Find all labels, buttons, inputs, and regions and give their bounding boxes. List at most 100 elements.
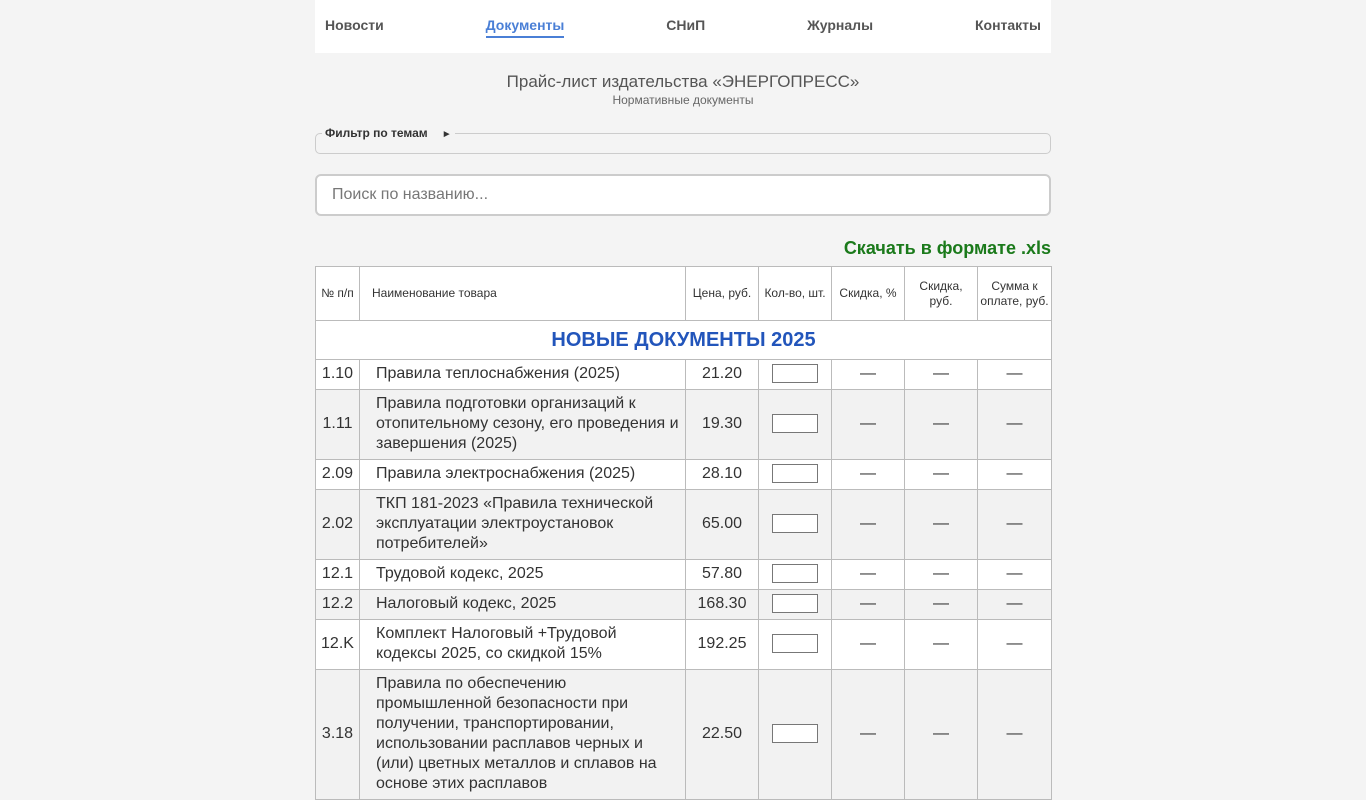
section-row: НОВЫЕ ДОКУМЕНТЫ 2025 — [315, 320, 1052, 360]
download-container: Скачать в формате .xls — [315, 237, 1051, 259]
row-qty-cell — [758, 389, 832, 460]
table-row: 12.K Комплект Налоговый +Трудовой кодекс… — [315, 619, 1052, 670]
row-qty-cell — [758, 489, 832, 560]
row-num: 2.02 — [315, 489, 360, 560]
quantity-input[interactable] — [772, 464, 818, 484]
quantity-input[interactable] — [772, 564, 818, 584]
row-discount-rub: — — [904, 359, 978, 390]
row-total: — — [977, 459, 1052, 490]
row-price: 57.80 — [685, 559, 759, 590]
row-total: — — [977, 359, 1052, 390]
search-container — [315, 174, 1051, 216]
table-row: 3.18 Правила по обеспечению промышленной… — [315, 669, 1052, 800]
row-discount-rub: — — [904, 489, 978, 560]
row-qty-cell — [758, 359, 832, 390]
row-discount-percent: — — [831, 459, 905, 490]
row-discount-rub: — — [904, 459, 978, 490]
row-num: 1.11 — [315, 389, 360, 460]
row-price: 192.25 — [685, 619, 759, 670]
row-discount-percent: — — [831, 589, 905, 620]
row-discount-percent: — — [831, 619, 905, 670]
row-price: 22.50 — [685, 669, 759, 800]
header-discount-rub: Скидка, руб. — [904, 266, 978, 321]
row-num: 12.1 — [315, 559, 360, 590]
row-discount-percent: — — [831, 359, 905, 390]
search-input[interactable] — [315, 174, 1051, 216]
row-price: 168.30 — [685, 589, 759, 620]
row-qty-cell — [758, 669, 832, 800]
row-discount-rub: — — [904, 559, 978, 590]
nav-item-contacts[interactable]: Контакты — [975, 16, 1041, 38]
table-row: 2.02 ТКП 181-2023 «Правила технической э… — [315, 489, 1052, 560]
page-subtitle: Нормативные документы — [612, 93, 754, 107]
quantity-input[interactable] — [772, 514, 818, 534]
row-num: 3.18 — [315, 669, 360, 800]
row-discount-percent: — — [831, 389, 905, 460]
row-discount-rub: — — [904, 669, 978, 800]
row-name: Правила по обеспечению промышленной безо… — [359, 669, 686, 800]
table-row: 12.1 Трудовой кодекс, 2025 57.80 — — — — [315, 559, 1052, 590]
header-total: Сумма к оплате, руб. — [977, 266, 1052, 321]
page-header: Прайс-лист издательства «ЭНЕРГОПРЕСС» Но… — [315, 72, 1051, 107]
page-container: Новости Документы СНиП Журналы Контакты … — [315, 0, 1052, 800]
download-xls-link[interactable]: Скачать в формате .xls — [844, 238, 1051, 258]
nav-item-documents[interactable]: Документы — [485, 16, 565, 38]
row-discount-rub: — — [904, 619, 978, 670]
header-num: № п/п — [315, 266, 360, 321]
row-total: — — [977, 589, 1052, 620]
price-table: № п/п Наименование товара Цена, руб. Кол… — [315, 266, 1052, 800]
row-total: — — [977, 489, 1052, 560]
row-name: Трудовой кодекс, 2025 — [359, 559, 686, 590]
row-name: Правила теплоснабжения (2025) — [359, 359, 686, 390]
row-total: — — [977, 669, 1052, 800]
page-title: Прайс-лист издательства «ЭНЕРГОПРЕСС» — [506, 72, 860, 91]
row-price: 65.00 — [685, 489, 759, 560]
row-num: 12.K — [315, 619, 360, 670]
row-discount-percent: — — [831, 669, 905, 800]
quantity-input[interactable] — [772, 724, 818, 744]
row-discount-rub: — — [904, 589, 978, 620]
row-discount-percent: — — [831, 489, 905, 560]
row-name: Налоговый кодекс, 2025 — [359, 589, 686, 620]
table-header-row: № п/п Наименование товара Цена, руб. Кол… — [315, 266, 1052, 321]
row-total: — — [977, 389, 1052, 460]
row-price: 28.10 — [685, 459, 759, 490]
row-price: 21.20 — [685, 359, 759, 390]
quantity-input[interactable] — [772, 414, 818, 434]
quantity-input[interactable] — [772, 594, 818, 614]
header-discount-percent: Скидка, % — [831, 266, 905, 321]
row-price: 19.30 — [685, 389, 759, 460]
nav-item-journals[interactable]: Журналы — [807, 16, 873, 38]
quantity-input[interactable] — [772, 364, 818, 384]
nav-item-news[interactable]: Новости — [325, 16, 384, 38]
row-num: 1.10 — [315, 359, 360, 390]
topic-filter: Фильтр по темам ► — [315, 125, 1051, 154]
row-total: — — [977, 619, 1052, 670]
row-name: ТКП 181-2023 «Правила технической эксплу… — [359, 489, 686, 560]
row-name: Правила электроснабжения (2025) — [359, 459, 686, 490]
row-qty-cell — [758, 589, 832, 620]
table-row: 12.2 Налоговый кодекс, 2025 168.30 — — — — [315, 589, 1052, 620]
nav-item-snip[interactable]: СНиП — [666, 16, 705, 38]
row-num: 2.09 — [315, 459, 360, 490]
header-name: Наименование товара — [359, 266, 686, 321]
topic-filter-toggle[interactable]: Фильтр по темам ► — [322, 125, 455, 143]
section-title: НОВЫЕ ДОКУМЕНТЫ 2025 — [315, 320, 1052, 360]
row-discount-percent: — — [831, 559, 905, 590]
table-row: 2.09 Правила электроснабжения (2025) 28.… — [315, 459, 1052, 490]
row-qty-cell — [758, 559, 832, 590]
header-price: Цена, руб. — [685, 266, 759, 321]
row-total: — — [977, 559, 1052, 590]
row-qty-cell — [758, 459, 832, 490]
table-row: 1.10 Правила теплоснабжения (2025) 21.20… — [315, 359, 1052, 390]
row-name: Правила подготовки организаций к отопите… — [359, 389, 686, 460]
row-qty-cell — [758, 619, 832, 670]
topic-filter-label: Фильтр по темам — [325, 126, 428, 140]
table-row: 1.11 Правила подготовки организаций к от… — [315, 389, 1052, 460]
triangle-right-icon: ► — [441, 129, 452, 140]
row-name: Комплект Налоговый +Трудовой кодексы 202… — [359, 619, 686, 670]
top-navigation: Новости Документы СНиП Журналы Контакты — [315, 0, 1051, 53]
row-discount-rub: — — [904, 389, 978, 460]
quantity-input[interactable] — [772, 634, 818, 654]
row-num: 12.2 — [315, 589, 360, 620]
